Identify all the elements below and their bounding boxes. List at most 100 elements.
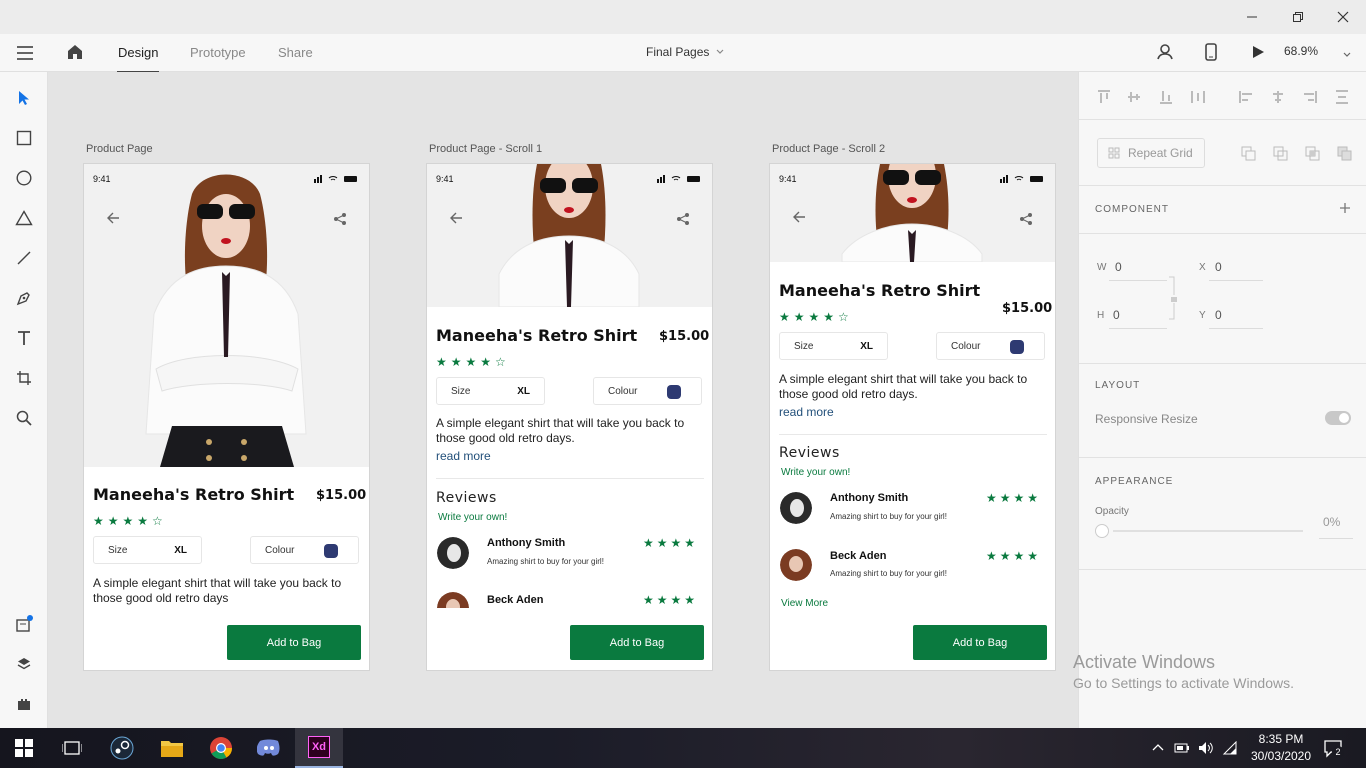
write-review-link[interactable]: Write your own! <box>781 467 850 478</box>
file-explorer-icon[interactable] <box>148 728 196 768</box>
home-icon[interactable] <box>66 43 84 66</box>
clock-time[interactable]: 8:35 PM <box>1250 732 1312 746</box>
boolean-exclude-icon[interactable] <box>1337 146 1353 162</box>
layers-icon[interactable] <box>12 652 36 676</box>
size-selector[interactable]: Size XL <box>436 377 545 405</box>
app-bar: Design Prototype Share Final Pages 68.9% <box>0 34 1366 73</box>
artboard-product-page-scroll-1[interactable]: 9:41 Maneeha's Retro Shirt $15.00 ★★★★☆ … <box>426 163 713 671</box>
artboard-label[interactable]: Product Page - Scroll 1 <box>429 143 542 155</box>
plugins-icon[interactable] <box>12 692 36 716</box>
discord-icon[interactable] <box>245 728 293 768</box>
size-selector[interactable]: Size XL <box>93 536 202 564</box>
back-arrow-icon[interactable] <box>106 211 120 225</box>
add-to-bag-button[interactable]: Add to Bag <box>570 625 704 660</box>
colour-selector[interactable]: Colour <box>593 377 702 405</box>
windows-start-icon[interactable] <box>0 728 48 768</box>
select-tool-icon[interactable] <box>12 86 36 110</box>
boolean-subtract-icon[interactable] <box>1273 146 1289 162</box>
wifi-icon[interactable] <box>1222 741 1238 755</box>
canvas[interactable]: Product Page 9:41 Maneeha's Retro Shirt … <box>48 72 1078 728</box>
line-tool-icon[interactable] <box>12 246 36 270</box>
align-right-icon[interactable] <box>1303 90 1317 104</box>
pen-tool-icon[interactable] <box>12 286 36 310</box>
repeat-grid-button[interactable]: Repeat Grid <box>1097 138 1205 168</box>
distribute-vertical-icon[interactable] <box>1191 90 1205 104</box>
tab-design[interactable]: Design <box>116 45 160 73</box>
x-input[interactable]: 0 <box>1215 260 1222 274</box>
width-input[interactable]: 0 <box>1115 260 1122 274</box>
task-view-icon[interactable] <box>48 728 96 768</box>
share-icon[interactable] <box>1019 212 1033 226</box>
zoom-level[interactable]: 68.9% <box>1284 44 1318 58</box>
adobe-xd-taskbar-button[interactable]: Xd <box>295 728 343 768</box>
back-arrow-icon[interactable] <box>449 211 463 225</box>
artboard-product-page[interactable]: 9:41 Maneeha's Retro Shirt $15.00 ★★★★☆ … <box>83 163 370 671</box>
share-icon[interactable] <box>676 212 690 226</box>
play-preview-icon[interactable] <box>1251 45 1265 64</box>
back-arrow-icon[interactable] <box>792 210 806 224</box>
product-description: A simple elegant shirt that will take yo… <box>779 372 1028 401</box>
restore-icon[interactable] <box>1275 0 1321 34</box>
view-more-link[interactable]: View More <box>781 598 828 609</box>
tab-share[interactable]: Share <box>278 45 313 60</box>
boolean-add-icon[interactable] <box>1241 146 1257 162</box>
ellipse-tool-icon[interactable] <box>12 166 36 190</box>
minimize-icon[interactable] <box>1229 0 1275 34</box>
share-icon[interactable] <box>333 212 347 226</box>
zoom-tool-icon[interactable] <box>12 406 36 430</box>
assets-icon[interactable] <box>12 612 36 636</box>
height-input[interactable]: 0 <box>1113 308 1120 322</box>
opacity-value[interactable]: 0% <box>1323 515 1340 529</box>
battery-icon[interactable] <box>1174 741 1190 755</box>
repeat-grid-icon <box>1108 147 1120 159</box>
notification-center-icon[interactable]: 2 <box>1324 740 1344 763</box>
size-selector[interactable]: Size XL <box>779 332 888 360</box>
add-to-bag-button[interactable]: Add to Bag <box>913 625 1047 660</box>
zoom-chevron-icon[interactable] <box>1342 47 1352 65</box>
volume-icon[interactable] <box>1198 741 1214 755</box>
colour-selector[interactable]: Colour <box>250 536 359 564</box>
document-title: Final Pages <box>646 45 710 59</box>
clock-date[interactable]: 30/03/2020 <box>1248 749 1314 763</box>
boolean-intersect-icon[interactable] <box>1305 146 1321 162</box>
status-icons <box>657 175 700 183</box>
rectangle-tool-icon[interactable] <box>12 126 36 150</box>
text-tool-icon[interactable] <box>12 326 36 350</box>
align-middle-icon[interactable] <box>1127 90 1141 104</box>
artboard-product-page-scroll-2[interactable]: 9:41 Maneeha's Retro Shirt $15.00 ★★★★☆ … <box>769 163 1056 671</box>
size-value: XL <box>860 341 873 352</box>
align-bottom-icon[interactable] <box>1159 90 1173 104</box>
y-input[interactable]: 0 <box>1215 308 1222 322</box>
colour-swatch <box>667 385 681 399</box>
chrome-icon[interactable] <box>197 728 245 768</box>
user-share-icon[interactable] <box>1157 43 1175 66</box>
lock-aspect-icon[interactable] <box>1167 276 1181 320</box>
polygon-tool-icon[interactable] <box>12 206 36 230</box>
align-center-icon[interactable] <box>1271 90 1285 104</box>
artboard-tool-icon[interactable] <box>12 366 36 390</box>
opacity-slider-track[interactable] <box>1113 530 1303 532</box>
distribute-horizontal-icon[interactable] <box>1335 90 1349 104</box>
steam-icon[interactable] <box>98 728 146 768</box>
tab-prototype[interactable]: Prototype <box>190 45 246 60</box>
read-more-link[interactable]: read more <box>436 449 491 463</box>
x-underline <box>1209 280 1263 281</box>
hamburger-menu-icon[interactable] <box>16 45 34 66</box>
colour-selector[interactable]: Colour <box>936 332 1045 360</box>
add-component-icon[interactable] <box>1339 202 1351 214</box>
add-to-bag-button[interactable]: Add to Bag <box>227 625 361 660</box>
read-more-link[interactable]: read more <box>779 405 834 419</box>
opacity-slider-handle[interactable] <box>1095 524 1109 538</box>
align-top-icon[interactable] <box>1097 90 1111 104</box>
height-underline <box>1109 328 1167 329</box>
artboard-label[interactable]: Product Page <box>86 143 153 155</box>
show-hidden-icons-icon[interactable] <box>1152 742 1164 754</box>
document-title-dropdown[interactable]: Final Pages <box>646 45 725 59</box>
artboard-label[interactable]: Product Page - Scroll 2 <box>772 143 885 155</box>
component-section: COMPONENT <box>1079 186 1366 234</box>
responsive-resize-toggle[interactable] <box>1325 411 1351 425</box>
close-icon[interactable] <box>1320 0 1366 34</box>
align-left-icon[interactable] <box>1239 90 1253 104</box>
device-preview-icon[interactable] <box>1205 43 1217 66</box>
write-review-link[interactable]: Write your own! <box>438 512 507 523</box>
